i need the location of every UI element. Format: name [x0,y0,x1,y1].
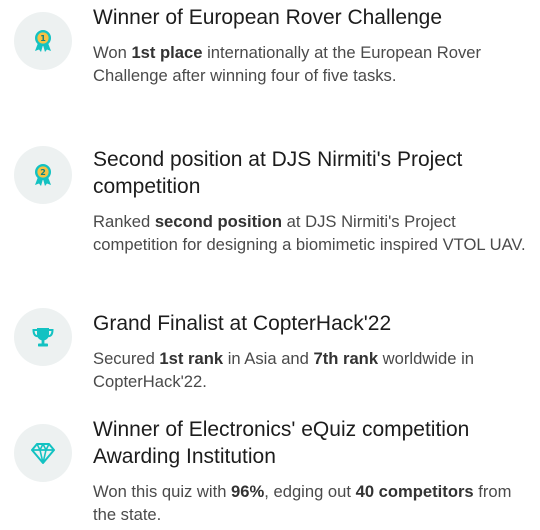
trophy-icon [14,308,72,366]
achievement-title: Winner of Electronics' eQuiz competition… [93,418,470,468]
svg-text:2: 2 [40,168,46,177]
achievement-description: Won 1st place internationally at the Eur… [93,43,482,85]
achievements-list: 1 Winner of European Rover Challenge Won… [0,0,540,530]
achievement-description: Ranked second position at DJS Nirmiti's … [93,212,526,254]
achievement-title: Winner of European Rover Challenge [93,6,443,29]
achievement-title: Grand Finalist at CopterHack'22 [93,312,392,335]
achievement-description: Secured 1st rank in Asia and 7th rank wo… [93,349,474,391]
achievement-title: Second position at DJS Nirmiti's Project… [93,148,463,198]
diamond-icon [14,424,72,482]
achievement-description: Won this quiz with 96%, edging out 40 co… [93,482,512,524]
award-medal-1-icon: 1 [14,12,72,70]
svg-text:1: 1 [40,34,46,43]
award-medal-2-icon: 2 [14,146,72,204]
